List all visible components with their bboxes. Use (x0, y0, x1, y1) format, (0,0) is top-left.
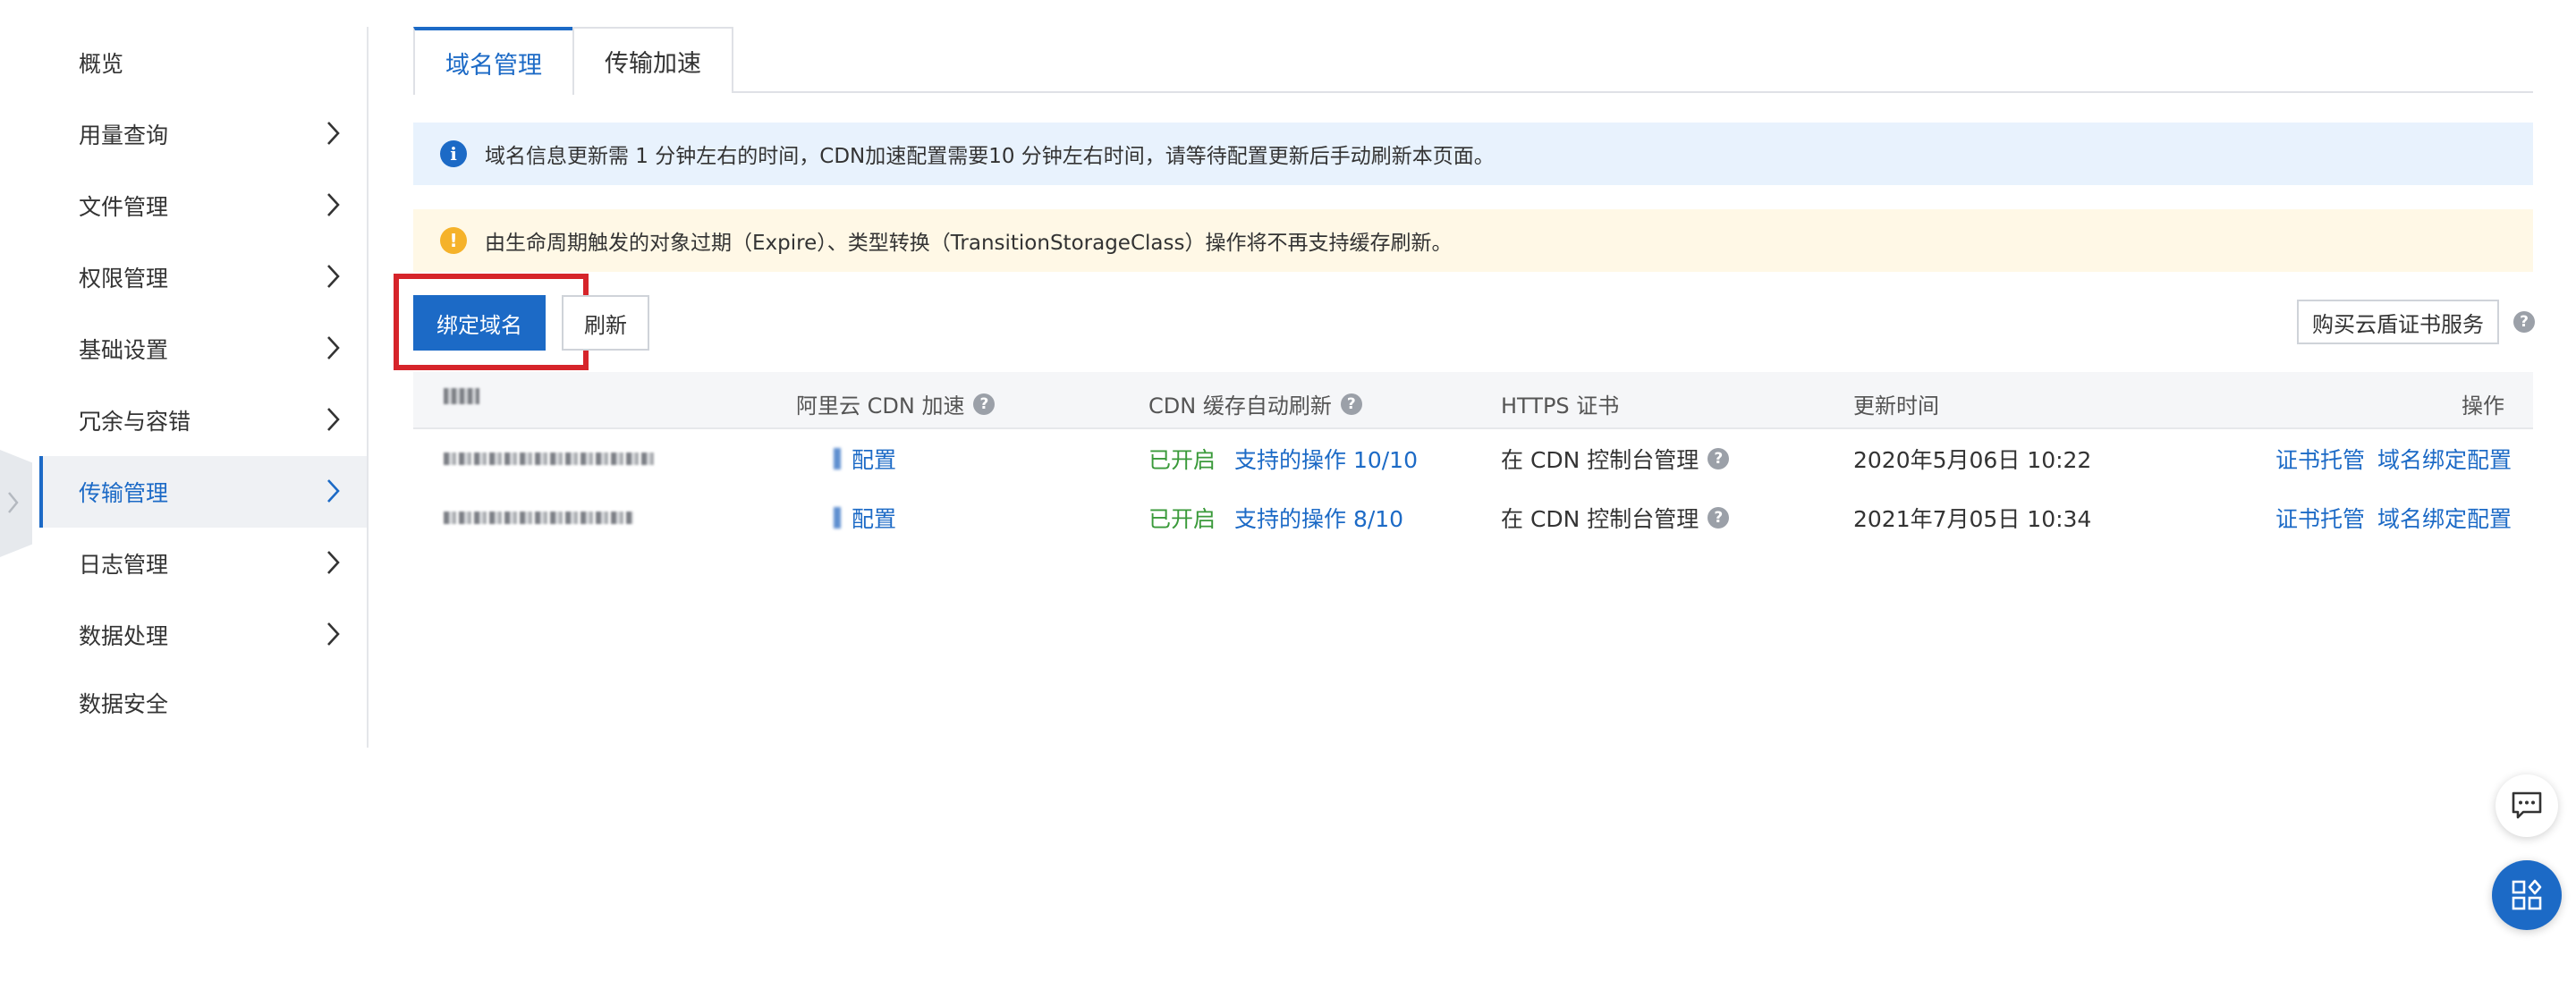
sidebar-item-label: 概览 (79, 51, 124, 77)
chevron-right-icon (8, 492, 19, 513)
sidebar: 概览 用量查询 文件管理 权限管理 基础设置 冗余与容错 传输管理 日志管理 数… (39, 27, 369, 748)
column-header-domain (444, 388, 488, 404)
table-header: 阿里云 CDN 加速 ? CDN 缓存自动刷新 ? HTTPS 证书 更新时间 … (413, 372, 2533, 429)
bind-domain-button[interactable]: 绑定域名 (413, 295, 546, 351)
refresh-button[interactable]: 刷新 (562, 295, 649, 351)
tab-bar: 域名管理 传输加速 (413, 27, 2533, 95)
chevron-right-icon (327, 122, 340, 145)
chevron-right-icon (327, 622, 340, 646)
https-cell: 在 CDN 控制台管理 ? (1501, 488, 1730, 547)
sidebar-item-label: 日志管理 (79, 552, 169, 578)
domain-binding-config-link[interactable]: 域名绑定配置 (2377, 429, 2512, 488)
sidebar-item-basic-settings[interactable]: 基础设置 (39, 313, 367, 385)
domain-binding-config-link[interactable]: 域名绑定配置 (2377, 488, 2512, 547)
sidebar-item-label: 权限管理 (79, 266, 169, 292)
help-icon[interactable]: ? (1707, 507, 1730, 529)
sidebar-collapse-handle[interactable] (0, 450, 32, 557)
table-row: 配置 已开启 支持的操作 10/10 在 CDN 控制台管理 ? 2020年5月… (413, 429, 2533, 488)
cdn-config-link[interactable]: 配置 (834, 488, 896, 547)
sidebar-item-label: 数据安全 (79, 691, 169, 717)
info-circle-icon: i (440, 140, 467, 167)
tab-transfer-acceleration[interactable]: 传输加速 (572, 27, 733, 93)
apps-grid-icon (2512, 879, 2542, 910)
info-banner-text: 域名信息更新需 1 分钟左右的时间，CDN加速配置需要10 分钟左右时间，请等待… (485, 145, 1495, 168)
sidebar-item-redundancy[interactable]: 冗余与容错 (39, 385, 367, 456)
sidebar-item-label: 文件管理 (79, 194, 169, 220)
cache-refresh-status: 已开启 (1148, 447, 1216, 473)
chat-button[interactable] (2496, 774, 2558, 837)
column-header-actions: 操作 (2462, 393, 2504, 419)
warning-banner: ! 由生命周期触发的对象过期（Expire）、类型转换（TransitionSt… (413, 209, 2533, 272)
chevron-right-icon (327, 551, 340, 574)
domain-cell-blurred (444, 488, 640, 547)
certificate-hosting-link[interactable]: 证书托管 (2275, 429, 2365, 488)
column-header-cdn: 阿里云 CDN 加速 ? (796, 388, 996, 419)
tab-domain-management[interactable]: 域名管理 (413, 27, 574, 95)
updated-time: 2021年7月05日 10:34 (1853, 506, 2092, 532)
sidebar-item-transfer[interactable]: 传输管理 (39, 456, 367, 528)
column-header-https: HTTPS 证书 (1501, 393, 1620, 419)
sidebar-item-logs[interactable]: 日志管理 (39, 528, 367, 599)
warning-circle-icon: ! (440, 227, 467, 254)
chat-bubble-icon (2512, 791, 2542, 819)
chevron-right-icon (327, 336, 340, 359)
chevron-right-icon (327, 408, 340, 431)
sidebar-item-label: 冗余与容错 (79, 409, 191, 435)
chevron-right-icon (327, 265, 340, 288)
sidebar-item-label: 用量查询 (79, 123, 169, 148)
updated-time: 2020年5月06日 10:22 (1853, 447, 2092, 473)
blurred-header-text (444, 388, 479, 404)
sidebar-item-overview[interactable]: 概览 (39, 27, 367, 98)
certificate-hosting-link[interactable]: 证书托管 (2275, 488, 2365, 547)
chevron-right-icon (327, 193, 340, 216)
buy-certificate-button[interactable]: 购买云盾证书服务 (2297, 300, 2499, 344)
column-header-updated: 更新时间 (1853, 393, 1939, 419)
help-icon[interactable]: ? (1340, 393, 1362, 415)
supported-operations-link[interactable]: 支持的操作 8/10 (1234, 488, 1403, 547)
help-icon[interactable]: ? (1707, 448, 1730, 469)
cdn-config-link[interactable]: 配置 (834, 429, 896, 488)
sidebar-item-label: 基础设置 (79, 337, 169, 363)
sidebar-item-label: 传输管理 (79, 480, 169, 506)
sidebar-item-data-processing[interactable]: 数据处理 (39, 599, 367, 671)
table-row: 配置 已开启 支持的操作 8/10 在 CDN 控制台管理 ? 2021年7月0… (413, 488, 2533, 547)
sidebar-item-files[interactable]: 文件管理 (39, 170, 367, 241)
domain-cell-blurred (444, 429, 658, 488)
sidebar-item-label: 数据处理 (79, 623, 169, 649)
chevron-right-icon (327, 479, 340, 503)
help-icon[interactable]: ? (973, 393, 996, 415)
sidebar-item-permissions[interactable]: 权限管理 (39, 241, 367, 313)
supported-operations-link[interactable]: 支持的操作 10/10 (1234, 429, 1418, 488)
apps-button[interactable] (2492, 860, 2562, 930)
info-banner: i 域名信息更新需 1 分钟左右的时间，CDN加速配置需要10 分钟左右时间，请… (413, 123, 2533, 185)
sidebar-item-data-security[interactable]: 数据安全 (39, 667, 367, 739)
https-cell: 在 CDN 控制台管理 ? (1501, 429, 1730, 488)
column-header-cache-refresh: CDN 缓存自动刷新 ? (1148, 388, 1362, 419)
warning-banner-text: 由生命周期触发的对象过期（Expire）、类型转换（TransitionStor… (485, 232, 1453, 255)
sidebar-item-usage[interactable]: 用量查询 (39, 98, 367, 170)
help-icon[interactable]: ? (2513, 311, 2535, 333)
cache-refresh-status: 已开启 (1148, 506, 1216, 532)
